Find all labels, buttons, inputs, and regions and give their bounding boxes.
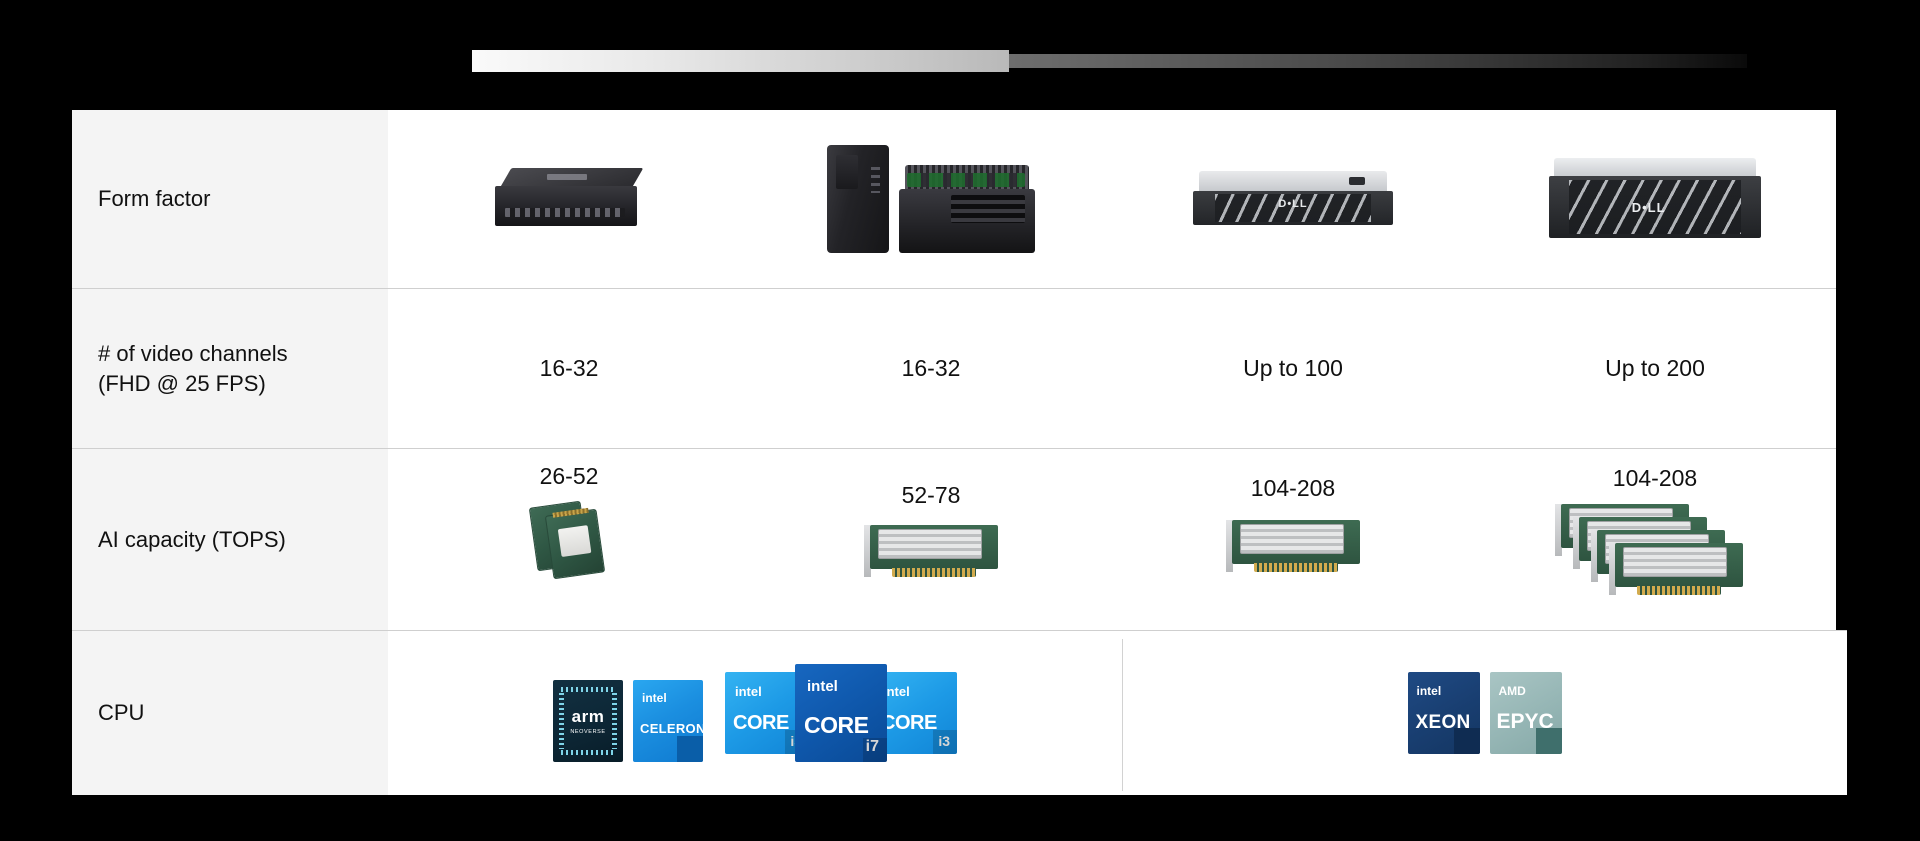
row-cells: D•LL D•LL [388, 110, 1836, 288]
arm-logo-sub: NEOVERSE [570, 729, 606, 735]
intel-brand-text: intel [807, 678, 838, 695]
celeron-name-text: CELERON [640, 721, 703, 736]
cell-video-channels-col2: 16-32 [750, 289, 1112, 448]
cell-value: 104-208 [1612, 465, 1698, 491]
row-label-cpu: CPU [72, 631, 388, 795]
cell-value: 26-52 [539, 463, 599, 489]
intel-xeon-logo-icon: intel XEON [1407, 672, 1480, 754]
row-cells: arm NEOVERSE intel CELERON intel CORE i5 [388, 631, 1847, 795]
table-row-video-channels: # of video channels (FHD @ 25 FPS) 16-32… [72, 288, 1836, 448]
intel-core-logo-group: intel CORE i5 intel CORE i7 intel [725, 664, 957, 762]
core-sku-text: i3 [938, 733, 950, 749]
row-label-text: CPU [98, 700, 145, 726]
row-cells: 16-32 16-32 Up to 100 Up to 200 [388, 289, 1836, 448]
m2-ai-module-icon [528, 500, 606, 582]
cell-value: 52-78 [901, 482, 961, 508]
row-label-text: Form factor [98, 186, 211, 212]
cell-video-channels-col4: Up to 200 [1474, 289, 1836, 448]
row-label-form-factor: Form factor [72, 110, 388, 288]
core-sku-text: i7 [865, 738, 879, 755]
xeon-name-text: XEON [1415, 712, 1471, 733]
intel-celeron-logo-icon: intel CELERON [633, 680, 703, 762]
arm-logo-name: arm [571, 707, 605, 726]
pcie-accelerator-card-icon [1226, 520, 1360, 576]
cell-value: 104-208 [1250, 475, 1336, 501]
table-row-form-factor: Form factor D•LL D•LL [72, 110, 1836, 288]
cell-form-factor-col2 [750, 110, 1112, 288]
core-name-text: CORE [804, 712, 869, 738]
edge-appliance-icon [495, 168, 644, 230]
cell-form-factor-col3: D•LL [1112, 110, 1474, 288]
intel-brand-text: intel [883, 684, 910, 699]
cpu-logo-group-left: arm NEOVERSE intel CELERON intel CORE i5 [553, 664, 957, 762]
core-name-text: CORE [733, 712, 789, 734]
pcie-accelerator-card-icon [864, 525, 998, 581]
row-cells: 26-52 52-78 104-208 104-208 [388, 449, 1836, 630]
cell-value: 16-32 [539, 355, 599, 381]
intel-brand-text: intel [735, 684, 762, 699]
cell-ai-capacity-col3: 104-208 [1112, 449, 1474, 630]
amd-epyc-logo-icon: AMD EPYC [1489, 672, 1562, 754]
top-accent-bar-fill [472, 50, 1009, 72]
cell-ai-capacity-col2: 52-78 [750, 449, 1112, 630]
row-label-video-channels: # of video channels (FHD @ 25 FPS) [72, 289, 388, 448]
cell-form-factor-col4: D•LL [1474, 110, 1836, 288]
arm-neoverse-logo-icon: arm NEOVERSE [553, 680, 623, 762]
dell-1u-rack-server-icon: D•LL [1193, 171, 1393, 227]
cell-value: 16-32 [901, 355, 961, 381]
core-name-text: CORE [881, 712, 937, 734]
top-accent-bar [472, 50, 1747, 72]
slide-root: Form factor D•LL D•LL # of video channel… [0, 0, 1920, 841]
intel-brand-text: intel [642, 691, 667, 705]
comparison-table: Form factor D•LL D•LL # of video channel… [72, 110, 1847, 795]
top-accent-bar-track [1009, 54, 1747, 68]
intel-brand-text: intel [1416, 684, 1442, 698]
row-label-ai-capacity: AI capacity (TOPS) [72, 449, 388, 630]
cell-value: Up to 200 [1605, 355, 1705, 381]
amd-brand-text: AMD [1498, 684, 1526, 698]
cell-ai-capacity-col1: 26-52 [388, 449, 750, 630]
cell-video-channels-col1: 16-32 [388, 289, 750, 448]
epyc-name-text: EPYC [1496, 710, 1554, 733]
row-label-text: AI capacity (TOPS) [98, 526, 286, 552]
dell-2u-rack-server-icon: D•LL [1549, 158, 1761, 240]
cell-form-factor-col1 [388, 110, 750, 288]
cell-cpu-cols-1-2: arm NEOVERSE intel CELERON intel CORE i5 [388, 631, 1122, 795]
cell-cpu-cols-3-4: intel XEON AMD EPYC [1122, 631, 1847, 795]
table-row-cpu: CPU arm NEOVERSE intel CELERON intel COR… [72, 630, 1847, 795]
tower-workstation-icon [827, 145, 889, 253]
rugged-industrial-pc-icon [899, 165, 1035, 253]
row-label-text: # of video channels (FHD @ 25 FPS) [98, 340, 288, 396]
cell-ai-capacity-col4: 104-208 [1474, 449, 1836, 630]
cell-video-channels-col3: Up to 100 [1112, 289, 1474, 448]
table-row-ai-capacity: AI capacity (TOPS) 26-52 52-78 104-208 1… [72, 448, 1836, 630]
cpu-logo-group-right: intel XEON AMD EPYC [1407, 672, 1562, 754]
intel-core-i7-logo-icon: intel CORE i7 [795, 664, 887, 762]
cell-value: Up to 100 [1243, 355, 1343, 381]
pcie-accelerator-card-stack-icon [1555, 504, 1749, 596]
